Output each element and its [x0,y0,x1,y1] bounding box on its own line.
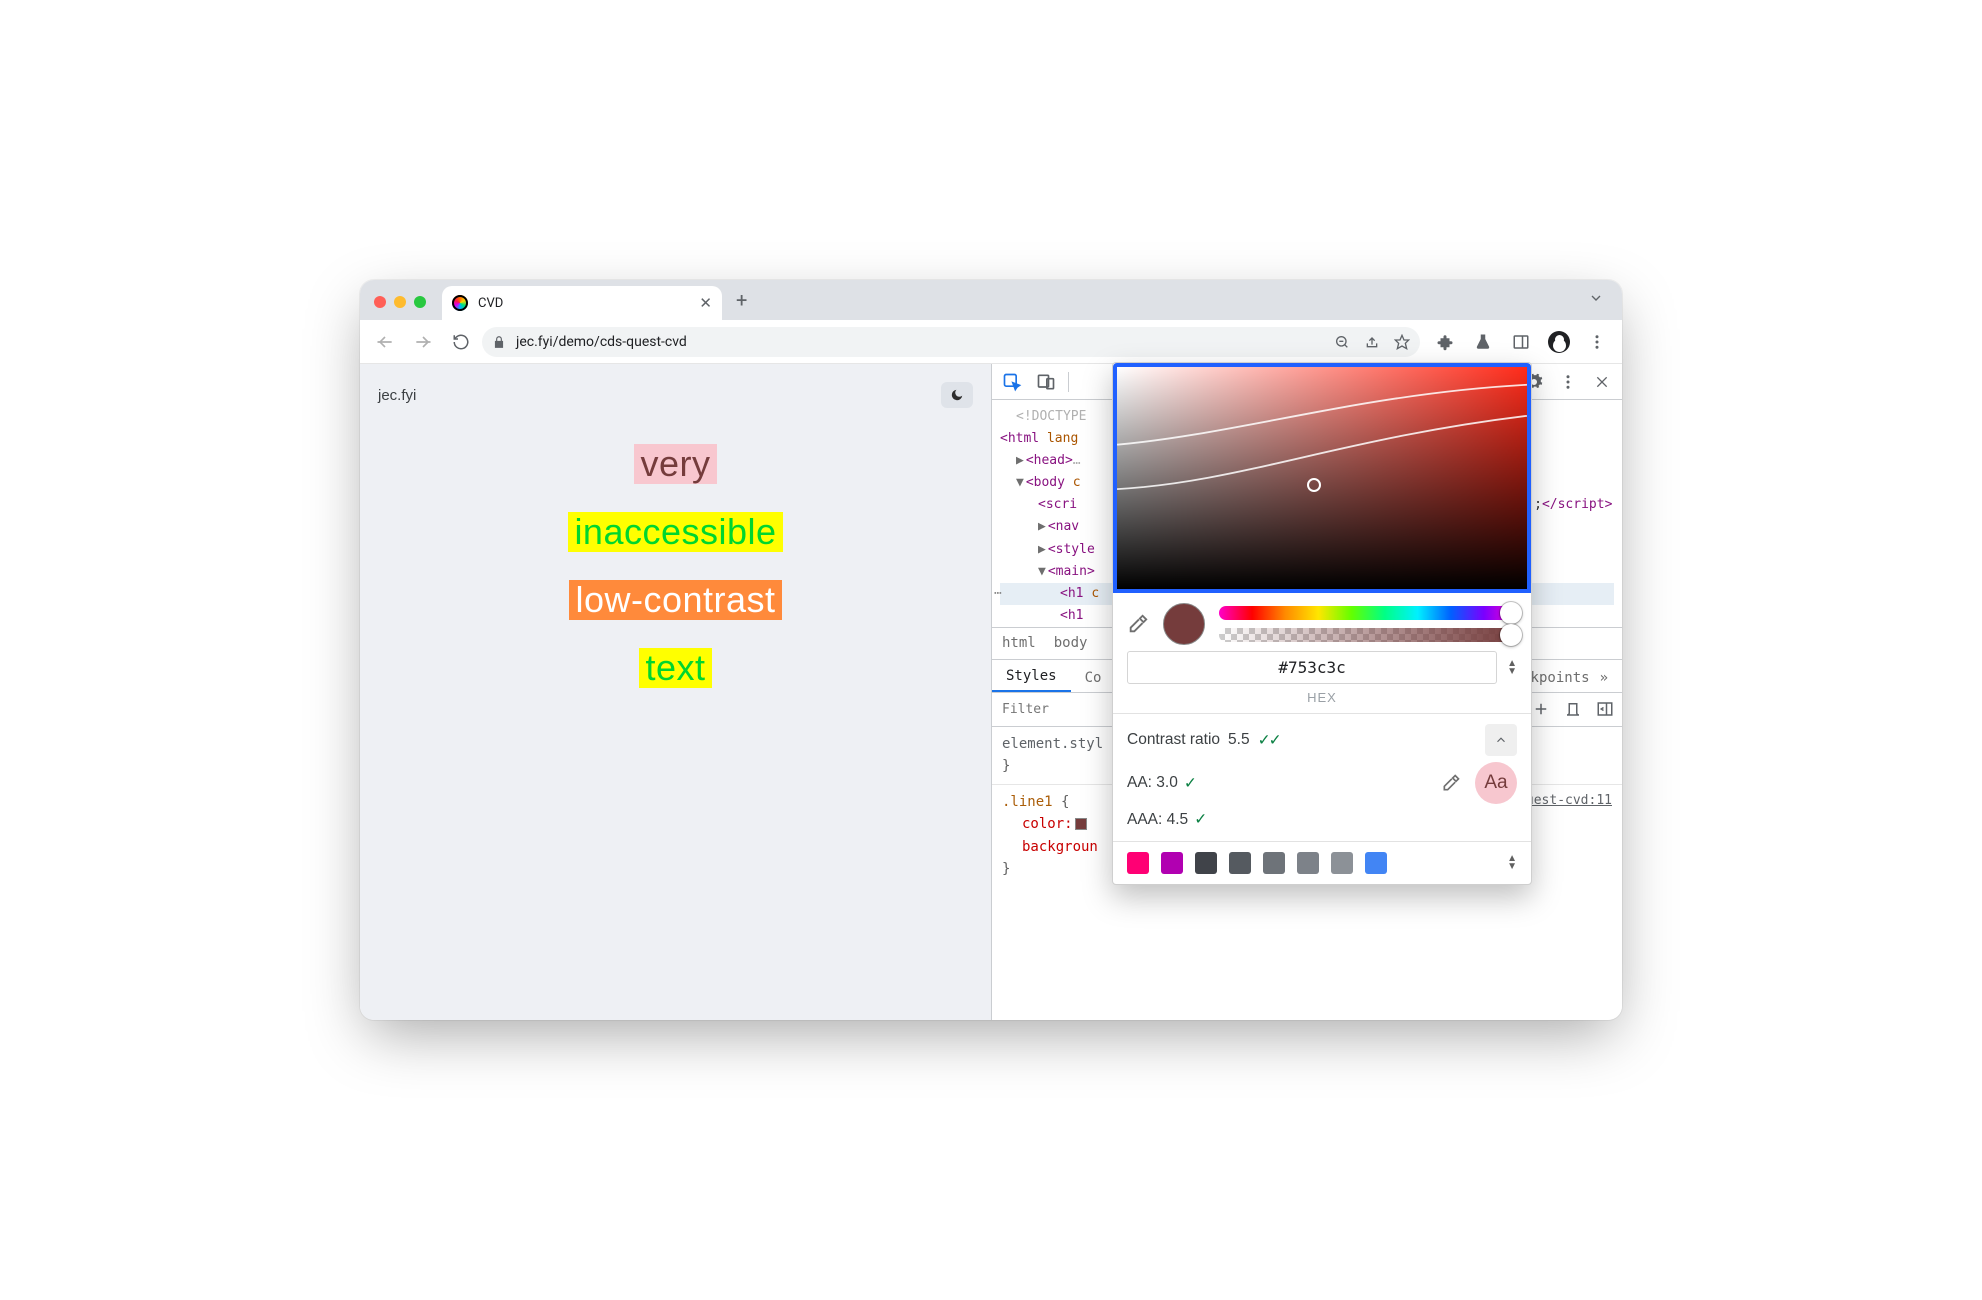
sample-word-3: low-contrast [569,580,781,620]
devtools-close-button[interactable] [1590,370,1614,394]
double-check-icon: ✓✓ [1258,731,1280,750]
add-rule-button[interactable] [1532,700,1550,718]
color-palette: ▲▼ [1113,841,1531,884]
back-button[interactable] [368,325,402,359]
palette-spinner[interactable]: ▲▼ [1507,855,1517,871]
palette-swatch[interactable] [1297,852,1319,874]
contrast-eyedropper-button[interactable] [1441,773,1461,793]
sample-word-4: text [639,648,711,688]
color-swatch[interactable] [1075,818,1087,830]
alpha-slider[interactable] [1219,628,1517,642]
contrast-curve-icon [1117,367,1527,589]
format-spinner[interactable]: ▲▼ [1507,660,1517,676]
browser-toolbar: jec.fyi/demo/cds-quest-cvd [360,320,1622,364]
window-close-button[interactable] [374,296,386,308]
reload-button[interactable] [444,325,478,359]
palette-swatch[interactable] [1331,852,1353,874]
check-icon: ✓ [1184,774,1195,793]
contrast-ratio-label: Contrast ratio [1127,731,1220,749]
moon-icon [950,388,964,402]
zoom-icon[interactable] [1334,334,1350,350]
palette-swatch[interactable] [1161,852,1183,874]
color-spectrum[interactable] [1113,363,1531,593]
content-area: jec.fyi very inaccessible low-contrast t… [360,364,1622,1020]
tab-list-button[interactable] [1588,290,1604,310]
tab-title: CVD [478,296,689,311]
chevron-up-icon [1494,733,1508,747]
lock-icon [492,335,506,349]
forward-button[interactable] [406,325,440,359]
tab-close-button[interactable]: ✕ [699,296,712,311]
devtools-more-button[interactable] [1556,370,1580,394]
star-icon[interactable] [1394,334,1410,350]
browser-tab[interactable]: CVD ✕ [442,286,722,320]
browser-window: CVD ✕ + jec.fyi/demo/cds-quest-cvd [360,280,1622,1020]
page-preview: jec.fyi very inaccessible low-contrast t… [360,364,991,1020]
url-text: jec.fyi/demo/cds-quest-cvd [516,334,687,350]
arrow-right-icon [413,332,433,352]
devices-icon [1036,372,1056,392]
dom-doctype: <!DOCTYPE [1016,409,1086,424]
kebab-icon [1588,333,1606,351]
contrast-sample-badge: Aa [1475,762,1517,804]
window-minimize-button[interactable] [394,296,406,308]
labs-button[interactable] [1466,325,1500,359]
chevron-down-icon [1588,290,1604,306]
sidebar-toggle-icon[interactable] [1596,700,1614,718]
hue-slider[interactable] [1219,606,1517,620]
side-panel-icon [1512,333,1530,351]
menu-button[interactable] [1580,325,1614,359]
current-color-swatch [1163,603,1205,645]
side-panel-button[interactable] [1504,325,1538,359]
aaa-label: AAA: 4.5 [1127,811,1188,829]
inspect-icon [1002,372,1022,392]
contrast-section: Contrast ratio 5.5 ✓✓ AA: 3.0 ✓ Aa [1113,713,1531,841]
sample-word-2: inaccessible [568,512,782,552]
window-controls [374,296,426,308]
check-icon: ✓ [1194,810,1205,829]
extensions-button[interactable] [1428,325,1462,359]
inspect-button[interactable] [1000,370,1024,394]
eyedropper-button[interactable] [1127,613,1149,635]
palette-swatch[interactable] [1263,852,1285,874]
palette-swatch[interactable] [1229,852,1251,874]
contrast-collapse-button[interactable] [1485,724,1517,756]
hex-label: HEX [1113,690,1531,713]
profile-button[interactable] [1542,325,1576,359]
tabs-overflow-button[interactable]: » [1600,670,1608,686]
tab-styles[interactable]: Styles [992,662,1071,692]
flask-icon [1474,333,1492,351]
hex-input[interactable]: #753c3c [1127,651,1497,684]
breadcrumb-item[interactable]: html [1002,635,1036,651]
dark-mode-toggle[interactable] [941,382,973,408]
kebab-icon [1559,373,1577,391]
aa-label: AA: 3.0 [1127,774,1178,792]
share-icon[interactable] [1364,334,1380,350]
tab-computed[interactable]: Co [1071,664,1116,692]
address-bar[interactable]: jec.fyi/demo/cds-quest-cvd [482,327,1420,357]
palette-swatch[interactable] [1195,852,1217,874]
device-toolbar-button[interactable] [1034,370,1058,394]
close-icon [1594,374,1610,390]
breadcrumb-item[interactable]: body [1054,635,1088,651]
sample-word-1: very [634,444,716,484]
color-picker-popover: #753c3c ▲▼ HEX Contrast ratio 5.5 ✓✓ AA:… [1112,362,1532,885]
favicon-icon [452,295,468,311]
new-tab-button[interactable]: + [736,288,747,312]
tab-strip: CVD ✕ + [360,280,1622,320]
reload-icon [452,333,470,351]
page-site-label: jec.fyi [378,387,416,404]
puzzle-icon [1436,333,1454,351]
palette-swatch[interactable] [1127,852,1149,874]
palette-swatch[interactable] [1365,852,1387,874]
paint-brush-icon[interactable] [1564,700,1582,718]
window-maximize-button[interactable] [414,296,426,308]
devtools-panel: <!DOCTYPE <html lang ▶<head>… ▼<body c <… [991,364,1622,1020]
arrow-left-icon [375,332,395,352]
contrast-ratio-value: 5.5 [1228,731,1250,749]
avatar-icon [1548,331,1570,353]
spectrum-cursor[interactable] [1307,478,1321,492]
